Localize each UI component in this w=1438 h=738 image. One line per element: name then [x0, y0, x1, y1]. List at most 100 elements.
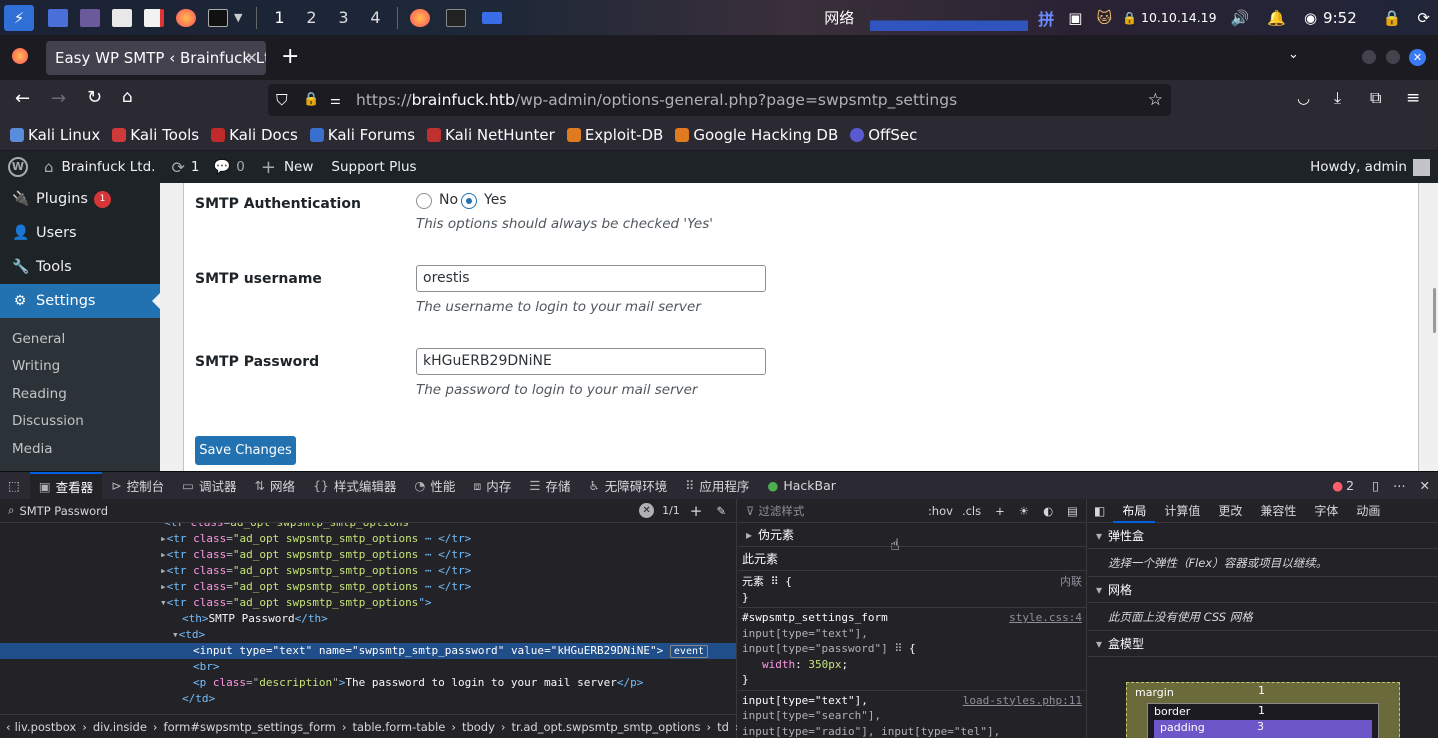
lock-icon[interactable]: 🔒 — [303, 84, 319, 116]
error-icon[interactable]: ● — [1332, 478, 1343, 493]
contrast-icon[interactable]: ◐ — [1043, 504, 1053, 518]
tray-window-icon[interactable]: ▣ — [1068, 9, 1082, 27]
stylesheet-link[interactable]: style.css:4 — [1009, 610, 1082, 626]
workspace-2[interactable]: 2 — [295, 8, 327, 27]
breadcrumb-item[interactable]: form#swpsmtp_settings_form — [164, 720, 336, 734]
hov-toggle[interactable]: :hov — [928, 504, 953, 518]
rule-selector[interactable]: input[type="text"], load-styles.php:11 — [738, 693, 1086, 709]
ime-icon[interactable]: 拼 — [1038, 6, 1054, 30]
rules-filter-input[interactable]: 过滤样式 — [758, 503, 928, 519]
submenu-media[interactable]: Media — [0, 435, 160, 463]
close-devtools-icon[interactable]: ✕ — [1420, 478, 1430, 493]
more-options-icon[interactable]: ⋯ — [1393, 478, 1406, 493]
tab-accessibility[interactable]: ♿ 无障碍环境 — [580, 472, 677, 500]
breadcrumb-item[interactable]: liv.postbox — [15, 720, 77, 734]
volume-icon[interactable]: 🔊 — [1231, 9, 1250, 27]
tab-storage[interactable]: ☰ 存储 — [520, 472, 579, 500]
bookmark-google-hacking-db[interactable]: Google Hacking DB — [675, 126, 838, 144]
collapse-arrow-icon[interactable]: ▾ — [172, 628, 179, 641]
comments-count[interactable]: 0 — [236, 159, 245, 175]
tab-performance[interactable]: ◔ 性能 — [405, 472, 464, 500]
auth-yes-radio[interactable] — [461, 193, 477, 209]
tab-list-icon[interactable]: ⌄ — [1288, 47, 1299, 62]
sidebar-item-users[interactable]: 👤 Users — [0, 216, 160, 250]
expand-arrow-icon[interactable]: ▸ — [160, 532, 167, 545]
bookmark-kali-docs[interactable]: Kali Docs — [211, 126, 298, 144]
breadcrumb-item[interactable]: div.inside — [93, 720, 147, 734]
files-icon[interactable] — [112, 8, 132, 27]
tab-fonts[interactable]: 字体 — [1305, 499, 1347, 523]
page-scrollbar[interactable] — [1433, 288, 1436, 333]
bookmark-kali-linux[interactable]: Kali Linux — [10, 126, 100, 144]
back-icon[interactable]: ← — [15, 88, 30, 109]
menu-icon[interactable]: ≡ — [1406, 88, 1420, 108]
add-rule-icon[interactable]: + — [995, 504, 1005, 518]
minimize-icon[interactable] — [1362, 50, 1376, 64]
rule-declaration[interactable]: width: 350px; — [738, 657, 1086, 673]
pick-element-icon[interactable]: ⬚ — [8, 478, 20, 493]
sidebar-item-tools[interactable]: 🔧 Tools — [0, 250, 160, 284]
reload-icon[interactable]: ↻ — [87, 87, 102, 108]
submenu-writing[interactable]: Writing — [0, 353, 160, 381]
shield-icon[interactable]: ⛉ — [276, 84, 288, 116]
breadcrumb-item[interactable]: tbody — [462, 720, 495, 734]
terminal-window-icon[interactable] — [446, 8, 467, 27]
browser-tab-active[interactable]: Easy WP SMTP ‹ Brainfuck Lt ✕ — [46, 41, 266, 75]
tab-inspector[interactable]: ▣ 查看器 — [29, 471, 103, 500]
wordpress-logo-icon[interactable]: W — [8, 157, 28, 177]
breadcrumb-item[interactable]: table.form-table — [352, 720, 445, 734]
support-plus-link[interactable]: Support Plus — [331, 159, 416, 175]
tab-animations[interactable]: 动画 — [1347, 499, 1389, 523]
chevron-down-icon[interactable]: ▼ — [234, 11, 242, 24]
box-model-section-header[interactable]: ▾ 盒模型 — [1088, 631, 1438, 657]
markup-row-expanded[interactable]: ▾<tr class="ad_opt swpsmtp_smtp_options"… — [0, 595, 736, 611]
downloads-icon[interactable]: ⤓ — [1334, 88, 1341, 108]
grid-highlight-icon[interactable]: ⠿ — [894, 642, 902, 655]
markup-row[interactable]: ▸<tr class="ad_opt swpsmtp_smtp_options … — [0, 531, 736, 547]
tab-memory[interactable]: ⧈ 内存 — [464, 472, 520, 500]
border-top-value[interactable]: 1 — [1258, 704, 1265, 717]
tab-close-icon[interactable]: ✕ — [245, 41, 258, 75]
markup-th[interactable]: <th>SMTP Password</th> — [0, 611, 736, 627]
grid-highlight-icon[interactable]: ⠿ — [771, 575, 779, 588]
markup-td[interactable]: ▾<td> — [0, 627, 736, 643]
bell-icon[interactable]: 🔔 — [1267, 9, 1286, 27]
add-node-icon[interactable]: + — [690, 502, 703, 520]
markup-row[interactable]: ▸<tr class="ad_opt swpsmtp_smtp_options … — [0, 579, 736, 595]
collapse-arrow-icon[interactable]: ▾ — [160, 596, 167, 609]
stylesheet-link[interactable]: load-styles.php:11 — [963, 693, 1082, 709]
tab-debugger[interactable]: ▭ 调试器 — [173, 472, 245, 500]
markup-row[interactable]: ▸<tr class="ad_opt swpsmtp_smtp_options … — [0, 547, 736, 563]
markup-p[interactable]: <p class="description">The password to l… — [0, 675, 736, 691]
close-window-icon[interactable]: ✕ — [1409, 49, 1426, 66]
site-name-link[interactable]: Brainfuck Ltd. — [62, 159, 156, 175]
expand-arrow-icon[interactable]: ▸ — [160, 564, 167, 577]
print-media-icon[interactable]: ▤ — [1067, 504, 1078, 518]
markup-row[interactable]: ▸<tr class="ad_opt swpsmtp_smtp_options … — [0, 563, 736, 579]
flexbox-section-header[interactable]: ▾ 弹性盒 — [1088, 523, 1438, 549]
submenu-discussion[interactable]: Discussion — [0, 408, 160, 436]
tab-network[interactable]: ⇅ 网络 — [245, 472, 304, 500]
markup-input-selected[interactable]: <input type="text" name="swpsmtp_smtp_pa… — [0, 643, 736, 659]
firefox-window-icon[interactable] — [410, 8, 431, 27]
pocket-icon[interactable]: ◡ — [1297, 89, 1310, 107]
clock[interactable]: 9:52 — [1323, 9, 1357, 27]
sidebar-item-plugins[interactable]: 🔌 Plugins 1 — [0, 182, 160, 216]
new-content-link[interactable]: New — [284, 159, 313, 175]
grid-section-header[interactable]: ▾ 网格 — [1088, 577, 1438, 603]
power-refresh-icon[interactable]: ⟳ — [1417, 9, 1430, 27]
cat-icon[interactable]: 🐱 — [1096, 9, 1112, 27]
kali-menu-icon[interactable]: ⚡ — [4, 4, 34, 31]
auth-no-radio[interactable] — [416, 193, 432, 209]
updates-count[interactable]: 1 — [191, 159, 200, 175]
expand-arrow-icon[interactable]: ▸ — [160, 548, 167, 561]
workspace-3[interactable]: 3 — [327, 8, 359, 27]
pseudo-elements-row[interactable]: ▸ 伪元素 — [738, 523, 1086, 547]
expand-arrow-icon[interactable]: ▸ — [160, 580, 167, 593]
terminal-icon[interactable] — [208, 8, 228, 27]
bookmark-kali-forums[interactable]: Kali Forums — [309, 126, 415, 144]
padding-top-value[interactable]: 3 — [1257, 720, 1264, 733]
clear-search-icon[interactable]: ✕ — [639, 503, 655, 518]
forward-icon[interactable]: → — [51, 88, 66, 109]
tab-style-editor[interactable]: {} 样式编辑器 — [304, 472, 405, 500]
